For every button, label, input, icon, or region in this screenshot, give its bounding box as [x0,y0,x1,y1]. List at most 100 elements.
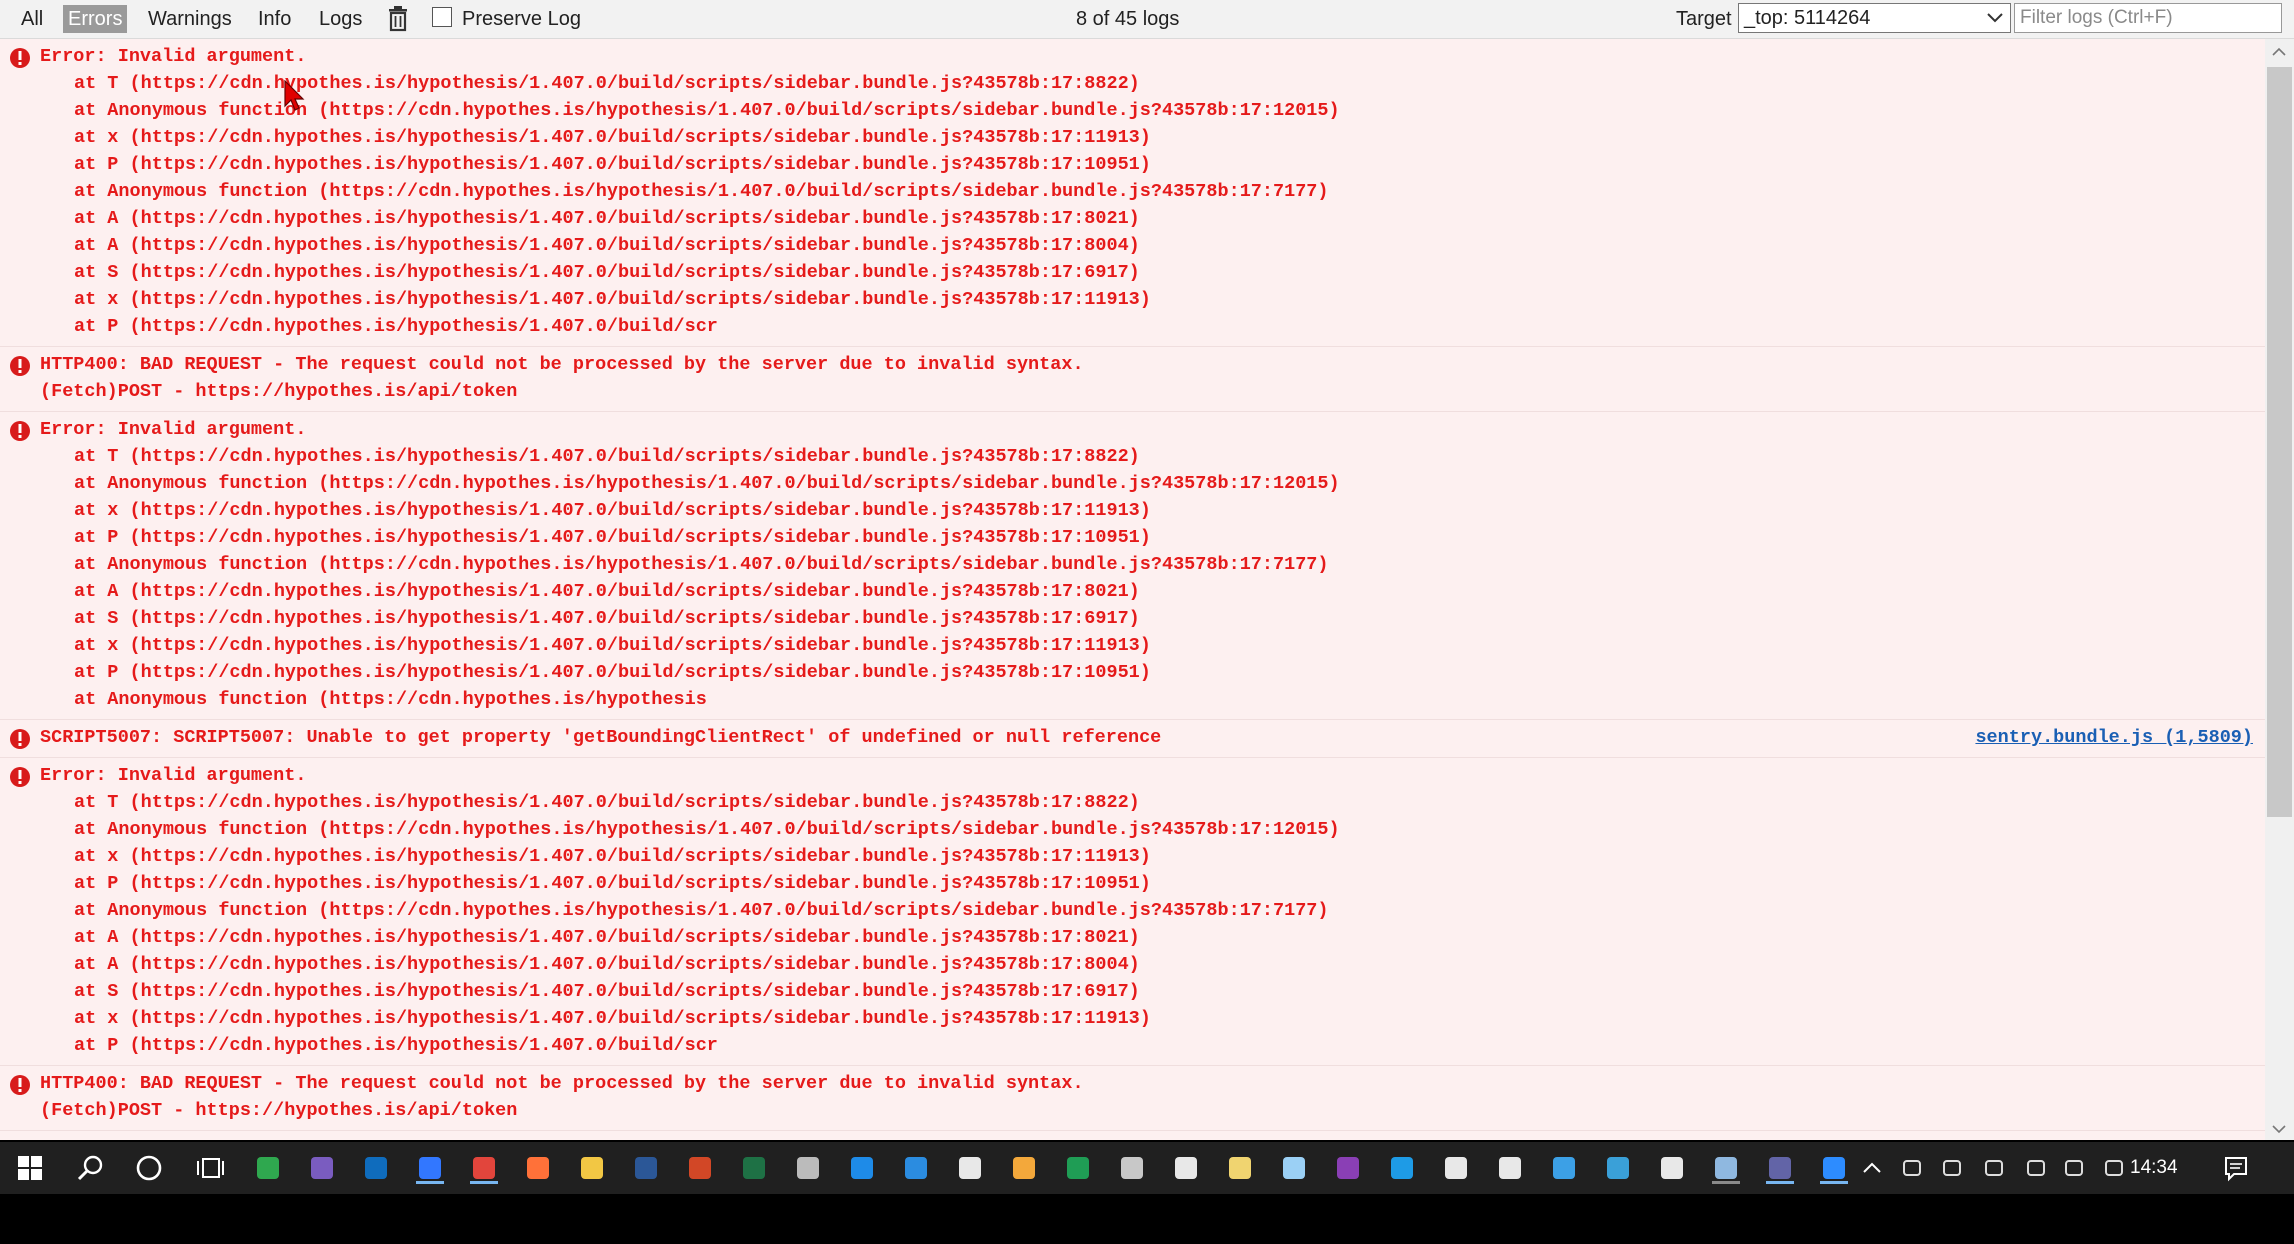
taskbar-app-skype[interactable] [1386,1152,1418,1184]
scrollbar-thumb[interactable] [2267,67,2292,817]
filter-errors-button[interactable]: Errors [63,5,128,33]
stack-frame[interactable]: at A (https://cdn.hypothes.is/hypothesis… [40,205,2265,232]
console-scrollbar[interactable] [2265,39,2294,1140]
scroll-up-icon[interactable] [2272,47,2286,57]
stack-frame[interactable]: at S (https://cdn.hypothes.is/hypothesis… [40,259,2265,286]
error-icon [10,1075,30,1095]
taskbar-app-gamepad[interactable] [792,1152,824,1184]
taskbar-clock[interactable]: 14:34 [2130,1142,2178,1194]
stack-frame[interactable]: at Anonymous function (https://cdn.hypot… [40,816,2265,843]
target-select[interactable]: _top: 5114264 [1738,3,2011,33]
tray-teams-tray[interactable] [1898,1152,1926,1184]
clear-console-button[interactable] [386,4,410,32]
stack-frame[interactable]: at S (https://cdn.hypothes.is/hypothesis… [40,605,2265,632]
log-message: Error: Invalid argument. [40,46,307,67]
taskbar-app-calendar[interactable] [846,1152,878,1184]
filter-all-button[interactable]: All [16,5,48,33]
stack-frame[interactable]: at Anonymous function (https://cdn.hypot… [40,686,2265,713]
taskbar-app-notes-app[interactable] [1224,1152,1256,1184]
stack-frame[interactable]: at x (https://cdn.hypothes.is/hypothesis… [40,1005,2265,1032]
taskbar-app-spreadsheet-app[interactable] [252,1152,284,1184]
stack-frame[interactable]: at Anonymous function (https://cdn.hypot… [40,551,2265,578]
cortana-icon [136,1155,162,1181]
tray-chevron-up[interactable] [1858,1152,1886,1184]
taskbar-app-cloud-app[interactable] [1710,1152,1742,1184]
taskbar-app-speedometer[interactable] [1548,1152,1580,1184]
stack-frame[interactable]: at A (https://cdn.hypothes.is/hypothesis… [40,924,2265,951]
taskbar-app-onenote[interactable] [1332,1152,1364,1184]
taskbar-app-monitor-app[interactable] [1440,1152,1472,1184]
taskbar-app-red-circle-app[interactable] [1656,1152,1688,1184]
taskbar-app-mail[interactable] [900,1152,932,1184]
taskbar-app-puzzle-app[interactable] [1116,1152,1148,1184]
preserve-log-checkbox[interactable] [432,7,452,27]
filter-warnings-button[interactable]: Warnings [143,5,237,33]
filter-logs-button[interactable]: Logs [314,5,367,33]
scroll-down-icon[interactable] [2272,1124,2286,1134]
filter-info-button[interactable]: Info [253,5,296,33]
taskbar-app-excel[interactable] [738,1152,770,1184]
taskbar-app-zoom[interactable] [1818,1152,1850,1184]
stack-frame[interactable]: at Anonymous function (https://cdn.hypot… [40,897,2265,924]
taskbar-app-hashtag-app[interactable] [306,1152,338,1184]
calendar-icon [851,1157,873,1179]
taskbar-app-search[interactable] [75,1152,107,1184]
stack-frame[interactable]: at P (https://cdn.hypothes.is/hypothesis… [40,151,2265,178]
stack-frame[interactable]: at Anonymous function (https://cdn.hypot… [40,97,2265,124]
error-icon [10,48,30,68]
taskbar-app-chrome[interactable] [468,1152,500,1184]
taskbar-app-media-app[interactable] [1494,1152,1526,1184]
stack-frame[interactable]: at P (https://cdn.hypothes.is/hypothesis… [40,313,2265,340]
stack-frame[interactable]: at A (https://cdn.hypothes.is/hypothesis… [40,951,2265,978]
zoom-icon [1823,1157,1845,1179]
taskbar-app-windows-start[interactable] [14,1152,46,1184]
source-link[interactable]: sentry.bundle.js (1,5809) [1975,724,2253,751]
stack-frame[interactable]: at T (https://cdn.hypothes.is/hypothesis… [40,443,2265,470]
stack-frame[interactable]: at A (https://cdn.hypothes.is/hypothesis… [40,232,2265,259]
stack-frame[interactable]: at P (https://cdn.hypothes.is/hypothesis… [40,1032,2265,1059]
stack-frame[interactable]: at x (https://cdn.hypothes.is/hypothesis… [40,286,2265,313]
stack-frame[interactable]: at Anonymous function (https://cdn.hypot… [40,470,2265,497]
notification-icon [2225,1157,2247,1182]
stack-frame[interactable]: at x (https://cdn.hypothes.is/hypothesis… [40,843,2265,870]
notification-center-button[interactable] [2220,1152,2252,1184]
taskbar-app-file-explorer[interactable] [576,1152,608,1184]
tray-wifi[interactable] [2022,1152,2050,1184]
stack-frame[interactable]: at T (https://cdn.hypothes.is/hypothesis… [40,789,2265,816]
running-indicator [1820,1181,1848,1184]
stack-frame[interactable]: at P (https://cdn.hypothes.is/hypothesis… [40,659,2265,686]
taskbar-app-cortana[interactable] [133,1152,165,1184]
stack-frame[interactable]: at A (https://cdn.hypothes.is/hypothesis… [40,578,2265,605]
filter-logs-input[interactable] [2014,3,2282,33]
taskbar-app-edge[interactable] [414,1152,446,1184]
taskbar-app-store[interactable] [954,1152,986,1184]
tray-battery[interactable] [1938,1152,1966,1184]
stack-frame[interactable]: at P (https://cdn.hypothes.is/hypothesis… [40,524,2265,551]
taskbar-app-document-app[interactable] [1278,1152,1310,1184]
stack-frame[interactable]: at x (https://cdn.hypothes.is/hypothesis… [40,124,2265,151]
stack-frame[interactable]: at S (https://cdn.hypothes.is/hypothesis… [40,978,2265,1005]
taskbar-app-outlook[interactable] [360,1152,392,1184]
stack-frame[interactable]: at x (https://cdn.hypothes.is/hypothesis… [40,497,2265,524]
stack-frame[interactable]: at Anonymous function (https://cdn.hypot… [40,178,2265,205]
taskbar-app-word[interactable] [630,1152,662,1184]
taskbar-app-publisher[interactable] [1008,1152,1040,1184]
search-icon [77,1155,103,1181]
task-view-icon [197,1158,224,1178]
stack-frame[interactable]: at x (https://cdn.hypothes.is/hypothesis… [40,632,2265,659]
log-entry: SCRIPT5007: SCRIPT5007: Unable to get pr… [0,720,2265,758]
mail-icon [905,1157,927,1179]
taskbar-app-firefox[interactable] [522,1152,554,1184]
tray-dropbox[interactable] [1980,1152,2008,1184]
taskbar-app-task-view[interactable] [195,1152,227,1184]
taskbar-app-powerpoint[interactable] [684,1152,716,1184]
tray-volume[interactable] [2060,1152,2088,1184]
network-app-icon [1607,1157,1629,1179]
taskbar-app-network-app[interactable] [1602,1152,1634,1184]
stack-frame[interactable]: at P (https://cdn.hypothes.is/hypothesis… [40,870,2265,897]
taskbar-app-teams[interactable] [1764,1152,1796,1184]
stack-frame[interactable]: at T (https://cdn.hypothes.is/hypothesis… [40,70,2265,97]
tray-onedrive[interactable] [2100,1152,2128,1184]
taskbar-app-excel-alt[interactable] [1062,1152,1094,1184]
taskbar-app-calculator[interactable] [1170,1152,1202,1184]
